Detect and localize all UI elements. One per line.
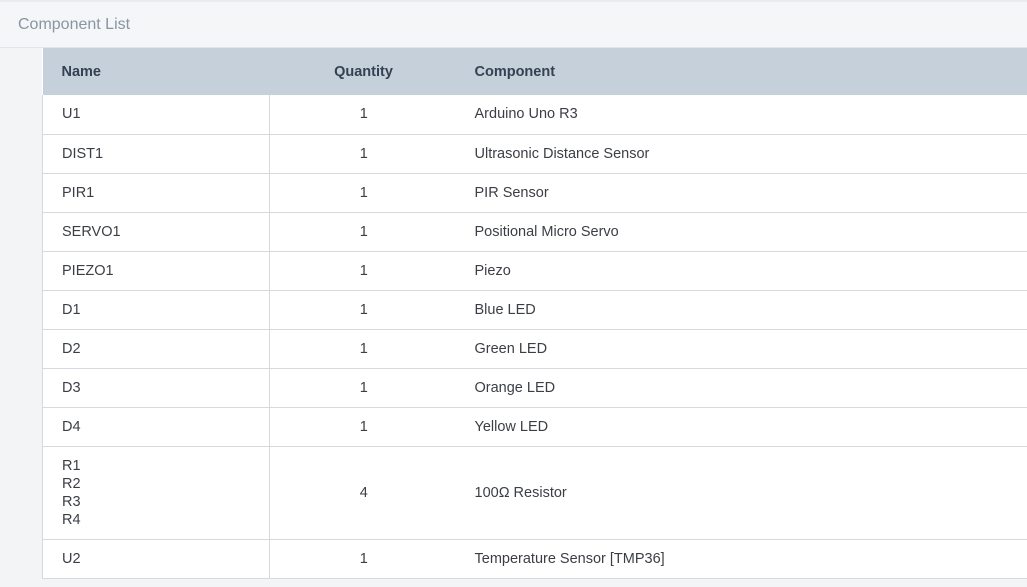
table-row: D3 1 Orange LED [42,368,1027,408]
column-header-name[interactable]: Name [42,48,270,95]
cell-name: U2 [42,539,270,579]
component-table: Name Quantity Component U1 1 Arduino Uno R… [42,48,1027,579]
component-designator: DIST1 [62,145,104,162]
component-table-container: Name Quantity Component U1 1 Arduino Uno R… [42,48,1027,579]
cell-name: R1 R2 R3 R4 [42,446,270,540]
cell-quantity: 1 [269,212,458,252]
cell-component: Temperature Sensor [TMP36] [457,539,1027,579]
component-designator: R3 [62,493,81,510]
component-designator: R2 [62,475,81,492]
cell-name: D4 [42,407,270,447]
component-designator: PIEZO1 [62,262,114,279]
cell-quantity: 4 [269,446,458,540]
component-designator: D2 [62,340,81,357]
cell-quantity: 1 [269,407,458,447]
cell-quantity: 1 [269,251,458,291]
cell-name: DIST1 [42,134,270,174]
cell-component: Positional Micro Servo [457,212,1027,252]
table-row: D2 1 Green LED [42,329,1027,369]
component-designator: R1 [62,457,81,474]
cell-name: PIEZO1 [42,251,270,291]
table-row: DIST1 1 Ultrasonic Distance Sensor [42,134,1027,174]
cell-quantity: 1 [269,329,458,369]
table-row: R1 R2 R3 R4 4 100Ω Resistor [42,446,1027,540]
cell-component: PIR Sensor [457,173,1027,213]
table-header-row: Name Quantity Component [42,48,1027,95]
cell-name: U1 [42,95,270,135]
component-designator: PIR1 [62,184,95,201]
table-row: PIR1 1 PIR Sensor [42,173,1027,213]
table-row: U2 1 Temperature Sensor [TMP36] [42,539,1027,579]
cell-quantity: 1 [269,368,458,408]
page-title: Component List [18,15,131,33]
component-designator: U2 [62,550,81,567]
component-designator: U1 [62,106,81,123]
cell-component: Blue LED [457,290,1027,330]
cell-component: Arduino Uno R3 [457,95,1027,135]
cell-component: Yellow LED [457,407,1027,447]
cell-component: Ultrasonic Distance Sensor [457,134,1027,174]
cell-quantity: 1 [269,173,458,213]
cell-quantity: 1 [269,134,458,174]
component-designator: SERVO1 [62,223,121,240]
cell-name: SERVO1 [42,212,270,252]
cell-name: D2 [42,329,270,369]
cell-component: Orange LED [457,368,1027,408]
component-designator: D1 [62,301,81,318]
table-row: D1 1 Blue LED [42,290,1027,330]
table-row: U1 1 Arduino Uno R3 [42,95,1027,135]
table-row: PIEZO1 1 Piezo [42,251,1027,291]
component-designator: R4 [62,511,81,528]
table-row: SERVO1 1 Positional Micro Servo [42,212,1027,252]
column-header-quantity[interactable]: Quantity [269,48,458,95]
cell-quantity: 1 [269,290,458,330]
cell-quantity: 1 [269,95,458,135]
cell-component: Green LED [457,329,1027,369]
table-row: D4 1 Yellow LED [42,407,1027,447]
cell-name: D1 [42,290,270,330]
panel-header: Component List [0,2,1027,48]
cell-component: 100Ω Resistor [457,446,1027,540]
cell-component: Piezo [457,251,1027,291]
cell-quantity: 1 [269,539,458,579]
component-designator: D4 [62,418,81,435]
cell-name: PIR1 [42,173,270,213]
cell-name: D3 [42,368,270,408]
component-designator: D3 [62,379,81,396]
column-header-component[interactable]: Component [457,48,1027,95]
